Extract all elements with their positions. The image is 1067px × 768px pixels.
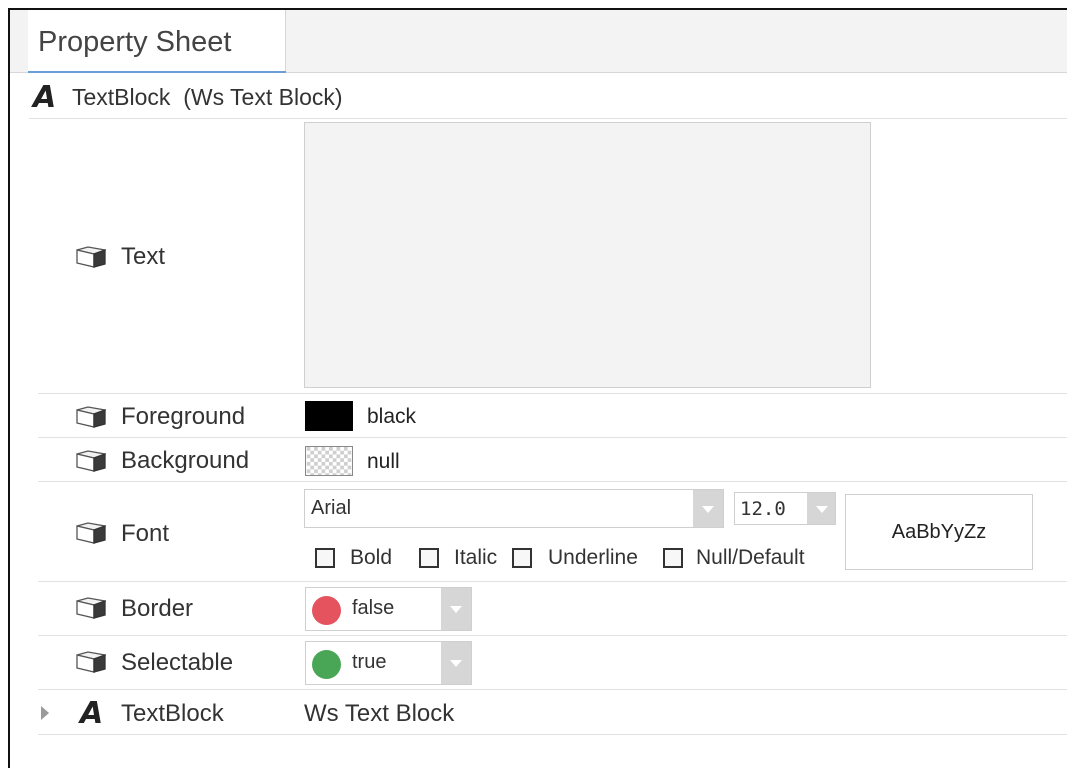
expand-arrow-icon[interactable] xyxy=(41,706,49,720)
false-status-icon xyxy=(312,596,341,625)
font-preview-text: AaBbYyZz xyxy=(891,521,987,543)
property-cube-icon xyxy=(76,406,106,428)
selectable-value: true xyxy=(352,651,387,673)
component-type: (Ws Text Block) xyxy=(183,84,343,110)
font-family-dropdown[interactable]: Arial xyxy=(304,489,724,528)
tab-bar: Property Sheet xyxy=(10,10,1067,73)
text-block-icon: A xyxy=(33,80,57,115)
property-label: Font xyxy=(121,520,170,547)
italic-checkbox[interactable] xyxy=(419,548,439,568)
true-status-icon xyxy=(312,650,341,679)
tab-property-sheet[interactable]: Property Sheet xyxy=(28,10,286,73)
property-label: Text xyxy=(121,243,166,270)
component-header-row[interactable]: A TextBlock (Ws Text Block) xyxy=(29,78,1067,119)
component-title: TextBlock (Ws Text Block) xyxy=(72,84,343,111)
child-type: Ws Text Block xyxy=(304,700,455,727)
text-block-icon: A xyxy=(80,696,104,731)
null-default-label: Null/Default xyxy=(696,546,805,569)
property-label: Border xyxy=(121,595,194,622)
property-label: Foreground xyxy=(121,403,246,430)
active-tab-indicator xyxy=(28,71,286,73)
background-color-swatch[interactable] xyxy=(305,446,353,476)
property-cube-icon xyxy=(76,522,106,544)
chevron-down-icon[interactable] xyxy=(693,490,723,527)
text-value-textarea[interactable] xyxy=(304,122,871,388)
property-cube-icon xyxy=(76,246,106,268)
italic-label: Italic xyxy=(454,546,498,569)
property-cube-icon xyxy=(76,597,106,619)
bold-label: Bold xyxy=(350,546,393,569)
property-row-border: Border xyxy=(38,582,1067,636)
background-value: null xyxy=(367,450,400,473)
property-cube-icon xyxy=(76,450,106,472)
property-row-selectable: Selectable xyxy=(38,636,1067,690)
bold-checkbox[interactable] xyxy=(315,548,335,568)
component-name: TextBlock xyxy=(72,84,171,110)
chevron-down-icon[interactable] xyxy=(807,493,835,524)
underline-checkbox[interactable] xyxy=(512,548,532,568)
font-family-value: Arial xyxy=(311,497,352,519)
foreground-color-swatch[interactable] xyxy=(305,401,353,431)
child-name: TextBlock xyxy=(121,700,224,727)
chevron-down-icon[interactable] xyxy=(441,588,471,630)
border-boolean-dropdown[interactable]: false xyxy=(305,587,472,631)
border-value: false xyxy=(352,597,395,619)
tab-label: Property Sheet xyxy=(38,26,232,58)
font-size-value: 12.0 xyxy=(740,498,786,520)
property-label: Selectable xyxy=(121,649,234,676)
property-row-foreground: Foreground xyxy=(38,394,1067,438)
foreground-value: black xyxy=(367,405,417,428)
selectable-boolean-dropdown[interactable]: true xyxy=(305,641,472,685)
property-label: Background xyxy=(121,447,250,474)
property-cube-icon xyxy=(76,651,106,673)
property-row-background: Background xyxy=(38,438,1067,482)
property-row-child-textblock[interactable]: A TextBlock xyxy=(38,690,1067,735)
font-size-dropdown[interactable]: 12.0 xyxy=(734,492,836,525)
chevron-down-icon[interactable] xyxy=(441,642,471,684)
font-preview: AaBbYyZz xyxy=(845,494,1033,570)
null-default-checkbox[interactable] xyxy=(663,548,683,568)
underline-label: Underline xyxy=(548,546,638,569)
